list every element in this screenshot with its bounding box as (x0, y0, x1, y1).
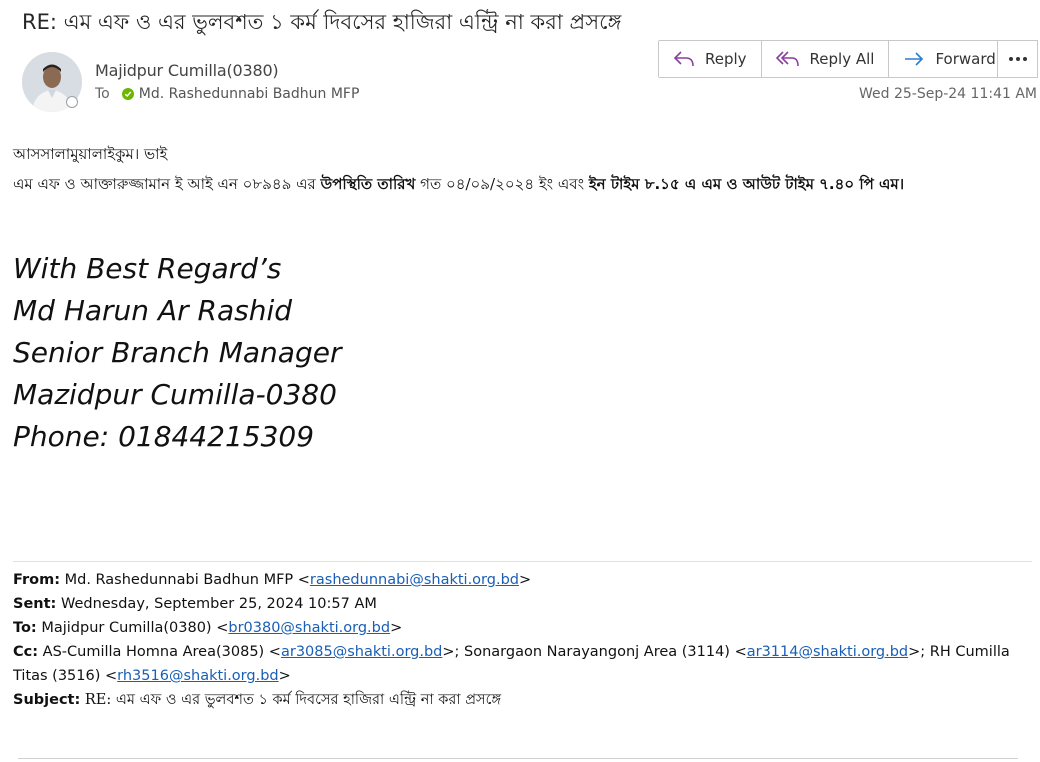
original-subject-line: Subject: RE: এম এফ ও এর ভুলবশত ১ কর্ম দি… (13, 688, 1028, 712)
more-actions-button[interactable] (997, 40, 1038, 78)
forward-label: Forward (935, 50, 996, 68)
signature-phone: Phone: 01844215309 (13, 420, 315, 453)
body-text-part2: গত ০৪/০৯/২০২৪ ইং এবং (415, 175, 589, 193)
cc-email-link-1[interactable]: ar3085@shakti.org.bd (281, 644, 442, 660)
reply-button[interactable]: Reply (659, 41, 762, 77)
signature-title: Senior Branch Manager (13, 336, 342, 369)
to-label: To (95, 86, 110, 102)
message-action-toolbar: Reply Reply All Forward (658, 40, 1011, 78)
body-bold-attendance-date: উপস্থিতি তারিখ (320, 175, 416, 193)
signature-name: Md Harun Ar Rashid (13, 294, 293, 327)
sent-value: Wednesday, September 25, 2024 10:57 AM (56, 596, 377, 612)
from-name: Md. Rashedunnabi Badhun MFP < (60, 572, 310, 588)
body-paragraph: এম এফ ও আক্তারুজ্জামান ই আই এন ০৮৯৪৯ এর … (13, 172, 1035, 197)
sender-name[interactable]: Majidpur Cumilla(0380) (95, 61, 279, 80)
cc-name-2: >; Sonargaon Narayangonj Area (3114) < (442, 644, 747, 660)
to-close-bracket: > (390, 620, 403, 636)
original-message-header: From: Md. Rashedunnabi Badhun MFP <rashe… (13, 568, 1028, 712)
sent-label: Sent: (13, 596, 57, 612)
reply-all-arrow-icon (775, 51, 799, 67)
available-status-icon (121, 88, 134, 100)
original-to-line: To: Majidpur Cumilla(0380) <br0380@shakt… (13, 616, 1028, 640)
quoted-body-border (18, 758, 1018, 759)
recipient-line: To Md. Rashedunnabi Badhun MFP (95, 86, 359, 102)
signature-block: With Best Regard’s Md Harun Ar Rashid Se… (13, 248, 341, 458)
body-greeting: আসসালামুয়ালাইকুম। ভাই (13, 145, 168, 163)
reply-label: Reply (705, 50, 747, 68)
reply-arrow-icon (673, 51, 694, 67)
recipient-name[interactable]: Md. Rashedunnabi Badhun MFP (139, 86, 360, 102)
forward-arrow-icon (905, 52, 924, 66)
forward-button[interactable]: Forward (889, 41, 1010, 77)
body-bold-in-out-time: ইন টাইম ৮.১৫ এ এম ও আউট টাইম ৭.৪০ পি এম। (588, 175, 905, 193)
cc-close-bracket: > (278, 668, 291, 684)
cc-email-link-2[interactable]: ar3114@shakti.org.bd (747, 644, 908, 660)
from-email-link[interactable]: rashedunnabi@shakti.org.bd (310, 572, 519, 588)
signature-branch: Mazidpur Cumilla-0380 (13, 378, 337, 411)
original-from-line: From: Md. Rashedunnabi Badhun MFP <rashe… (13, 568, 1028, 592)
presence-status-icon (66, 96, 78, 108)
received-date: Wed 25-Sep-24 11:41 AM (859, 86, 1037, 102)
ellipsis-icon (1008, 57, 1027, 61)
body-text-part1: এম এফ ও আক্তারুজ্জামান ই আই এন ০৮৯৪৯ এর (13, 175, 321, 193)
original-cc-line: Cc: AS-Cumilla Homna Area(3085) <ar3085@… (13, 640, 1028, 688)
reply-all-label: Reply All (809, 50, 875, 68)
signature-regards: With Best Regard’s (13, 252, 282, 285)
cc-name-1: AS-Cumilla Homna Area(3085) < (38, 644, 281, 660)
message-subject: RE: এম এফ ও এর ভুলবশত ১ কর্ম দিবসের হাজি… (22, 10, 622, 34)
reply-all-button[interactable]: Reply All (761, 41, 890, 77)
to-header-name: Majidpur Cumilla(0380) < (36, 620, 229, 636)
cc-label: Cc: (13, 644, 39, 660)
original-sent-line: Sent: Wednesday, September 25, 2024 10:5… (13, 592, 1028, 616)
subject-label: Subject: (13, 692, 81, 708)
cc-email-link-3[interactable]: rh3516@shakti.org.bd (117, 668, 278, 684)
to-email-link[interactable]: br0380@shakti.org.bd (228, 620, 390, 636)
from-close-bracket: > (518, 572, 532, 588)
to-header-label: To: (13, 620, 37, 636)
subject-value: RE: এম এফ ও এর ভুলবশত ১ কর্ম দিবসের হাজি… (80, 692, 502, 708)
from-label: From: (13, 572, 60, 588)
quoted-message-divider (13, 561, 1032, 562)
